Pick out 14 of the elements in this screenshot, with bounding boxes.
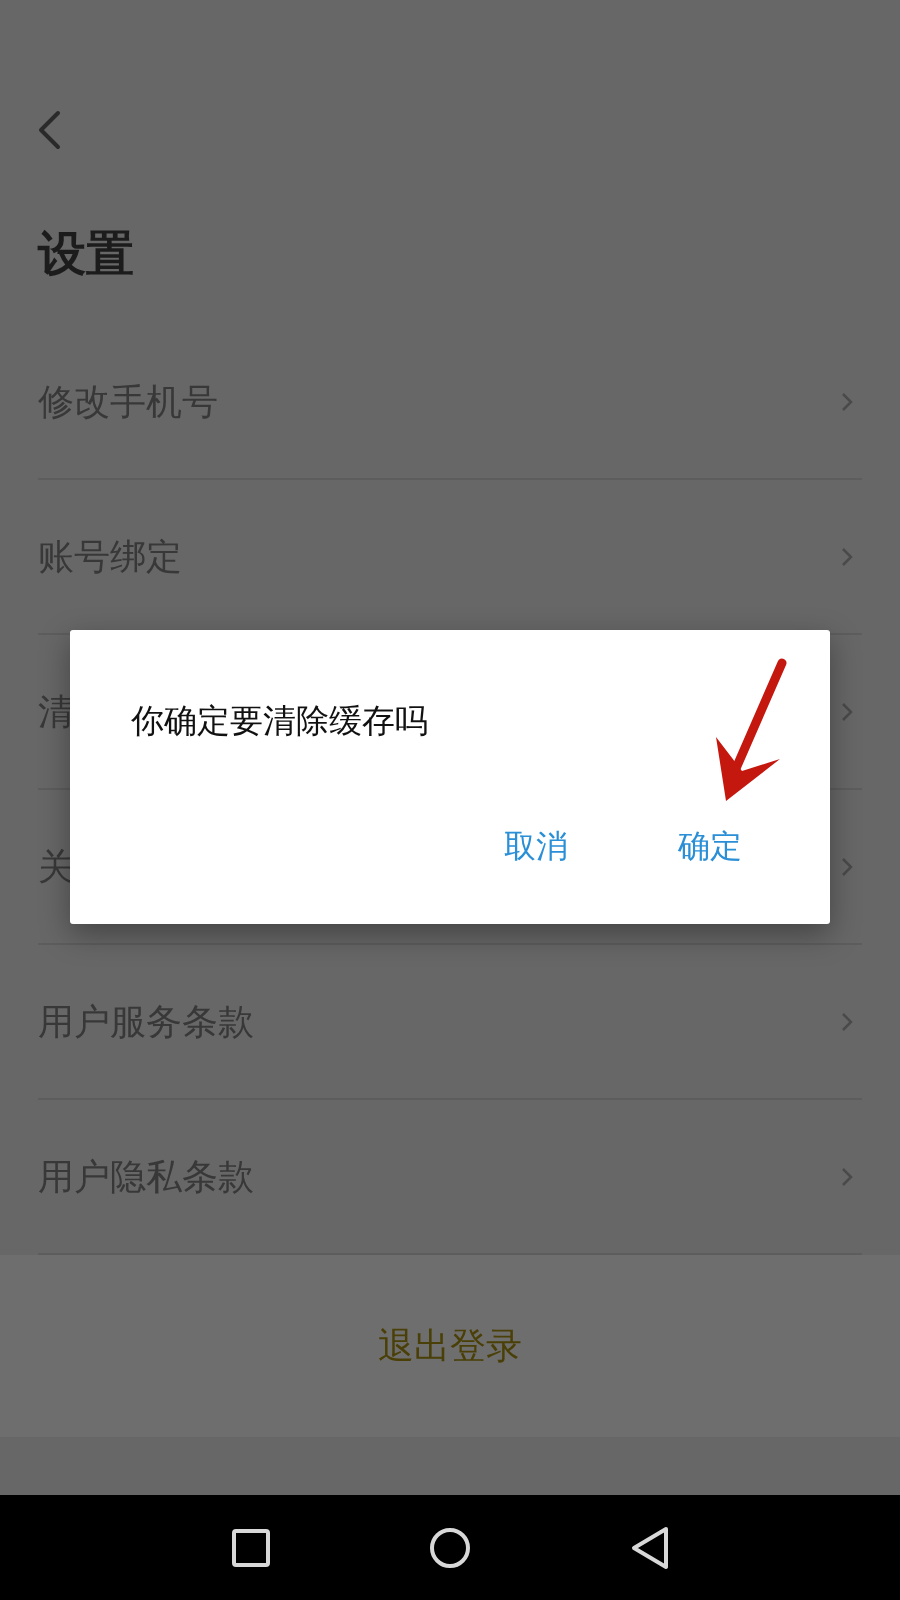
chevron-right-icon: [840, 1010, 854, 1033]
dialog-button[interactable]: 取消: [504, 822, 568, 870]
home-icon[interactable]: [429, 1526, 471, 1569]
chevron-right-icon: [840, 1165, 854, 1188]
chevron-right-icon: [840, 700, 854, 723]
chevron-right-icon: [840, 855, 854, 878]
logout-button[interactable]: 退出登录: [378, 1319, 522, 1373]
back-icon[interactable]: [630, 1525, 670, 1570]
chevron-right-icon: [840, 390, 854, 413]
dialog-button[interactable]: 确定: [678, 822, 742, 870]
dialog-message: 你确定要清除缓存吗: [131, 700, 428, 742]
chevron-right-icon: [840, 545, 854, 568]
page-title: 设置: [38, 223, 134, 283]
recent-apps-icon[interactable]: [232, 1528, 270, 1567]
